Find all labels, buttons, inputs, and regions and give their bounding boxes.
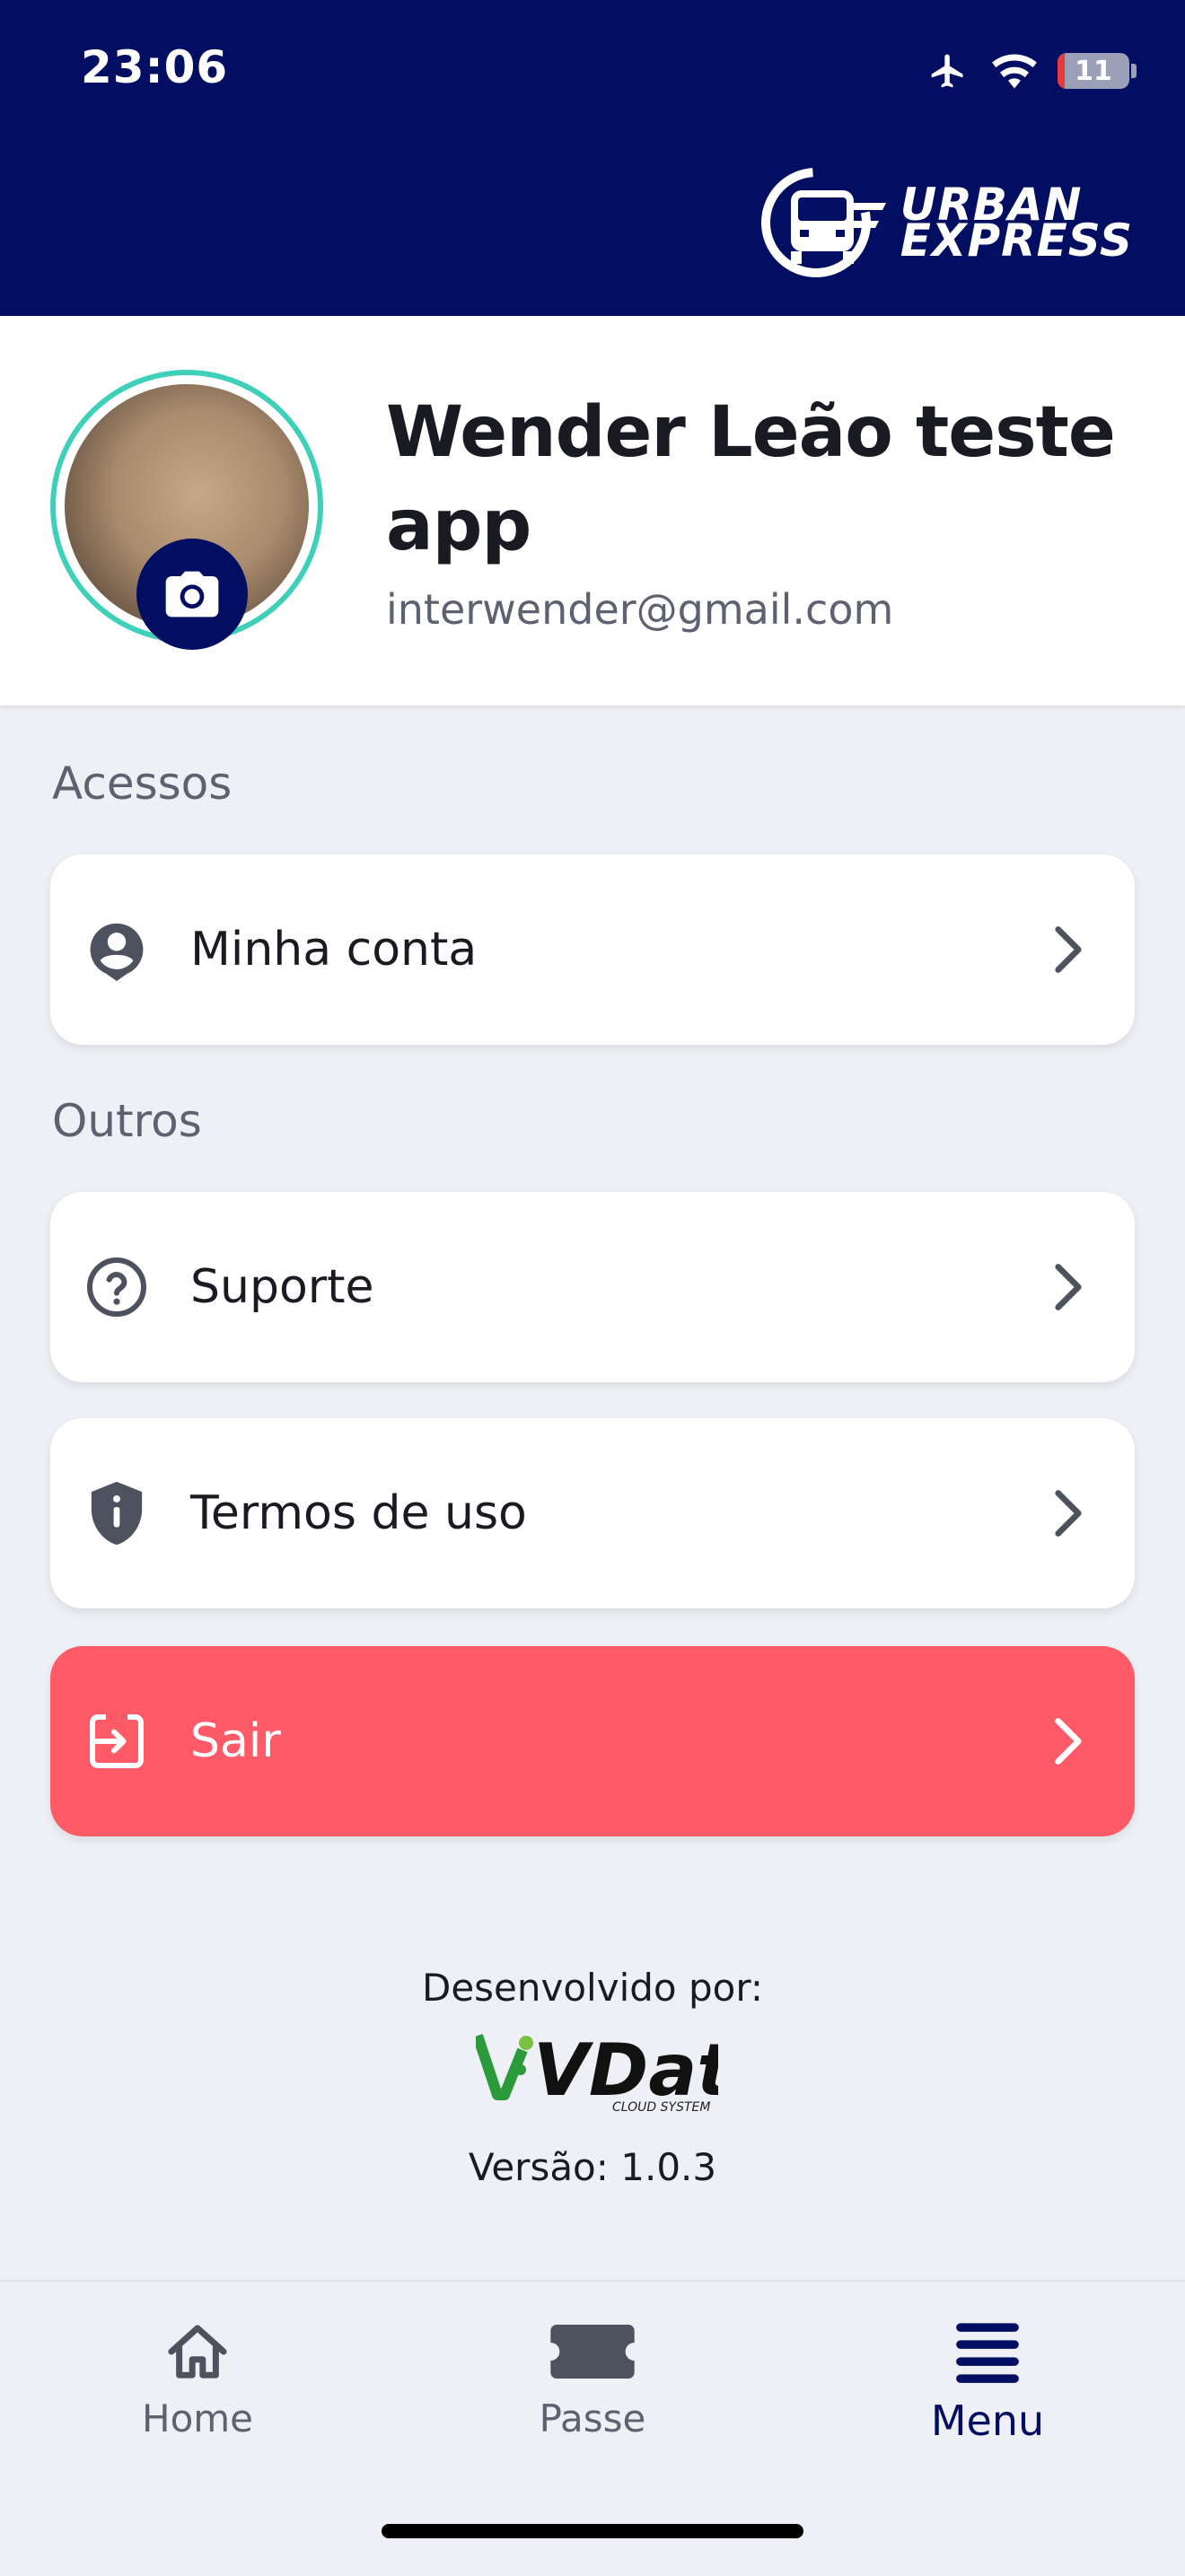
tab-menu[interactable]: Menu bbox=[853, 2314, 1122, 2445]
tab-home[interactable]: Home bbox=[63, 2314, 332, 2440]
battery-tip bbox=[1131, 64, 1137, 78]
menu-icon bbox=[853, 2314, 1122, 2389]
section-title-acessos: Acessos bbox=[52, 758, 233, 810]
tab-label: Menu bbox=[930, 2396, 1045, 2445]
change-photo-button[interactable] bbox=[136, 539, 248, 650]
airplane-mode-icon bbox=[931, 54, 963, 88]
battery-level: 11 bbox=[1075, 55, 1112, 87]
tab-label: Passe bbox=[539, 2396, 646, 2440]
urban-express-logo: URBAN EXPRESS bbox=[760, 167, 1133, 278]
tab-label: Home bbox=[141, 2396, 254, 2440]
tab-passe[interactable]: Passe bbox=[458, 2314, 727, 2440]
vdata-logo: VData CLOUD SYSTEM bbox=[472, 2025, 780, 2115]
battery-icon: 11 bbox=[1058, 53, 1129, 89]
logout-icon bbox=[83, 1707, 151, 1775]
profile-email: interwender@gmail.com bbox=[386, 585, 894, 634]
menu-item-minha-conta[interactable]: Minha conta bbox=[50, 854, 1135, 1045]
app-version: Versão: 1.0.3 bbox=[468, 2145, 717, 2189]
account-circle-icon bbox=[83, 916, 151, 984]
status-icons: 11 bbox=[925, 48, 1137, 93]
shield-icon bbox=[83, 1479, 151, 1547]
logo-text-express: EXPRESS bbox=[900, 215, 1133, 267]
status-time: 23:06 bbox=[81, 41, 229, 93]
menu-item-label: Sair bbox=[190, 1714, 281, 1768]
home-indicator bbox=[382, 2524, 803, 2538]
wifi-icon bbox=[992, 54, 1037, 89]
app-header: 23:06 11 URBAN EXPRESS bbox=[0, 0, 1185, 316]
profile-name: Wender Leão teste app bbox=[386, 392, 1116, 566]
chevron-right-icon bbox=[1036, 1709, 1101, 1774]
menu-item-label: Suporte bbox=[190, 1260, 374, 1314]
help-circle-icon bbox=[83, 1253, 151, 1321]
ticket-icon bbox=[458, 2314, 727, 2389]
vdata-logo-subtext: CLOUD SYSTEM bbox=[612, 2100, 710, 2115]
bus-logo-icon bbox=[760, 168, 886, 277]
menu-item-termos-de-uso[interactable]: Termos de uso bbox=[50, 1418, 1135, 1608]
home-icon bbox=[63, 2314, 332, 2389]
developed-by-label: Desenvolvido por: bbox=[421, 1966, 763, 2010]
menu-item-label: Minha conta bbox=[190, 923, 478, 977]
chevron-right-icon bbox=[1036, 917, 1101, 982]
menu-item-label: Termos de uso bbox=[190, 1486, 527, 1540]
menu-item-suporte[interactable]: Suporte bbox=[50, 1192, 1135, 1382]
chevron-right-icon bbox=[1036, 1255, 1101, 1319]
logout-button[interactable]: Sair bbox=[50, 1646, 1135, 1836]
chevron-right-icon bbox=[1036, 1481, 1101, 1546]
section-title-outros: Outros bbox=[52, 1095, 202, 1147]
camera-icon bbox=[165, 571, 219, 618]
